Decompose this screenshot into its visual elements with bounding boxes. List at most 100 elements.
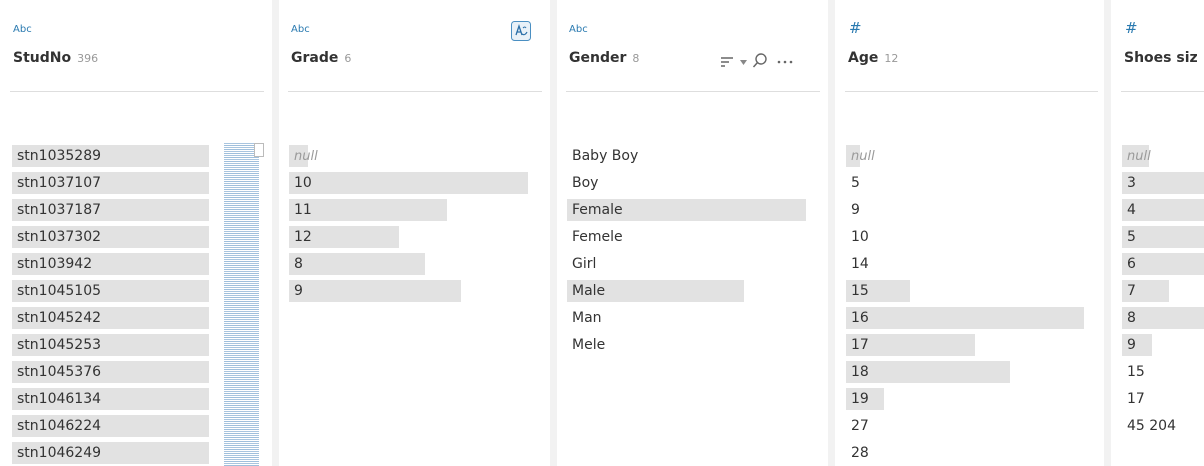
field-count: 8 (632, 52, 640, 65)
value-label: 14 (851, 256, 869, 272)
value-row[interactable]: Baby Boy (567, 145, 806, 167)
value-row[interactable]: stn1037302 (12, 226, 209, 248)
column-divider[interactable] (272, 0, 279, 466)
column-card-shoes-size[interactable]: # Shoes siz null 3 4 5 6 7 8 9 15 17 45 204 (1111, 0, 1204, 466)
column-divider[interactable] (1104, 0, 1111, 466)
field-name-grade[interactable]: Grade 6 (291, 50, 351, 66)
value-row[interactable]: 7 (1122, 280, 1204, 302)
value-label: 10 (851, 229, 869, 245)
column-divider[interactable] (550, 0, 557, 466)
value-row[interactable]: stn103942 (12, 253, 209, 275)
field-name-label: Age (848, 50, 879, 66)
sort-icon[interactable] (720, 56, 734, 68)
field-name-label: StudNo (13, 50, 72, 66)
value-row[interactable]: stn1046134 (12, 388, 209, 410)
value-label: 16 (851, 310, 869, 326)
value-row[interactable]: 6 (1122, 253, 1204, 275)
value-label: 12 (294, 229, 312, 245)
value-row[interactable]: stn1037187 (12, 199, 209, 221)
number-type-icon: # (1125, 19, 1138, 37)
value-label: null (294, 149, 318, 164)
value-row[interactable]: 10 (289, 172, 528, 194)
scroll-handle[interactable] (254, 143, 264, 157)
number-type-icon: # (849, 19, 862, 37)
value-row[interactable]: Boy (567, 172, 806, 194)
value-row[interactable]: Male (567, 280, 806, 302)
string-type-icon: Abc (291, 24, 310, 35)
column-card-age[interactable]: # Age 12 null 5 9 10 14 15 16 17 18 19 27 28 (835, 0, 1104, 466)
value-row[interactable]: 14 (846, 253, 1084, 275)
value-row[interactable]: null (1122, 145, 1204, 167)
value-row[interactable]: 9 (846, 199, 1084, 221)
value-row[interactable]: null (289, 145, 528, 167)
value-row[interactable]: 3 (1122, 172, 1204, 194)
field-name-label: Grade (291, 50, 339, 66)
value-row[interactable]: 9 (1122, 334, 1204, 356)
value-label: 17 (1127, 391, 1145, 407)
column-card-grade[interactable]: Abc Grade 6 null 10 11 12 8 9 (279, 0, 550, 466)
column-card-studno[interactable]: Abc StudNo 396 stn1035289 stn1037107 stn103… (0, 0, 272, 466)
more-options-icon[interactable] (777, 60, 793, 64)
value-label: 17 (851, 337, 869, 353)
value-row[interactable]: 12 (289, 226, 528, 248)
value-label: 6 (1127, 256, 1136, 272)
frequency-bar (289, 172, 528, 194)
value-row[interactable]: 17 (846, 334, 1084, 356)
value-row[interactable]: Femele (567, 226, 806, 248)
value-label: null (851, 149, 875, 164)
value-label: 28 (851, 445, 869, 461)
value-row[interactable]: Girl (567, 253, 806, 275)
value-row[interactable]: stn1035289 (12, 145, 209, 167)
value-label: 7 (1127, 283, 1136, 299)
field-name-age[interactable]: Age 12 (848, 50, 898, 66)
value-row[interactable]: 16 (846, 307, 1084, 329)
value-row[interactable]: Female (567, 199, 806, 221)
value-label: 8 (294, 256, 303, 272)
value-row[interactable]: 28 (846, 442, 1084, 464)
value-row[interactable]: 19 (846, 388, 1084, 410)
value-row[interactable]: 8 (289, 253, 528, 275)
value-row[interactable]: 17 (1122, 388, 1204, 410)
value-row[interactable]: stn1046249 (12, 442, 209, 464)
frequency-bar (846, 307, 1084, 329)
value-row[interactable]: 4 (1122, 199, 1204, 221)
value-row[interactable]: 9 (289, 280, 528, 302)
value-label: null (1127, 149, 1151, 164)
value-label: stn1045253 (17, 337, 102, 353)
recommendation-icon[interactable] (511, 21, 531, 41)
value-row[interactable]: stn1045253 (12, 334, 209, 356)
value-row[interactable]: 18 (846, 361, 1084, 383)
value-row[interactable]: null (846, 145, 1084, 167)
field-name-gender[interactable]: Gender 8 (569, 50, 639, 66)
field-count: 396 (77, 52, 99, 65)
search-icon[interactable] (752, 52, 768, 70)
value-row[interactable]: Man (567, 307, 806, 329)
value-row[interactable]: 5 (846, 172, 1084, 194)
value-label: 9 (851, 202, 860, 218)
value-label: 10 (294, 175, 312, 191)
value-row[interactable]: stn1037107 (12, 172, 209, 194)
value-row[interactable]: 15 (1122, 361, 1204, 383)
value-label: 11 (294, 202, 312, 218)
value-row[interactable]: 11 (289, 199, 528, 221)
value-row[interactable]: stn1046224 (12, 415, 209, 437)
value-row[interactable]: 45 204 (1122, 415, 1204, 437)
value-label: 3 (1127, 175, 1136, 191)
value-row[interactable]: 5 (1122, 226, 1204, 248)
header-separator (845, 91, 1098, 92)
value-row[interactable]: Mele (567, 334, 806, 356)
value-row[interactable]: stn1045376 (12, 361, 209, 383)
value-row[interactable]: 27 (846, 415, 1084, 437)
value-distribution-scrollbar[interactable] (224, 143, 259, 466)
field-name-studno[interactable]: StudNo 396 (13, 50, 98, 66)
column-divider[interactable] (828, 0, 835, 466)
chevron-down-icon[interactable] (740, 60, 747, 65)
value-row[interactable]: 15 (846, 280, 1084, 302)
value-row[interactable]: stn1045105 (12, 280, 209, 302)
column-card-gender[interactable]: Abc Gender 8 Baby Boy Boy Female Femele Girl M… (557, 0, 828, 466)
value-label: 4 (1127, 202, 1136, 218)
field-name-shoes-size[interactable]: Shoes siz (1124, 50, 1198, 66)
value-row[interactable]: stn1045242 (12, 307, 209, 329)
value-row[interactable]: 10 (846, 226, 1084, 248)
value-row[interactable]: 8 (1122, 307, 1204, 329)
